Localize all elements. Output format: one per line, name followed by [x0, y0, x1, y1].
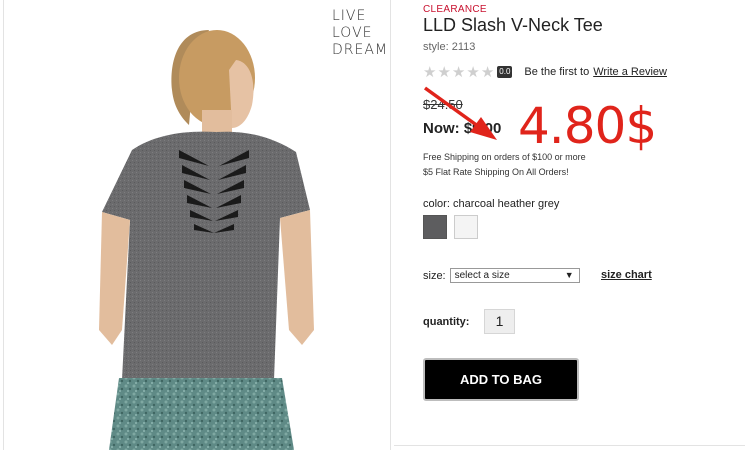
size-row: size: select a size ▼	[423, 268, 580, 283]
product-details: CLEARANCE LLD Slash V-Neck Tee style: 21…	[423, 0, 745, 450]
swatch-white[interactable]	[454, 215, 478, 239]
size-select[interactable]: select a size ▼	[449, 268, 580, 283]
star-icon[interactable]: ★	[466, 65, 479, 80]
brand-logo-line: LOVE	[332, 25, 373, 41]
rating-badge: 0.0	[497, 66, 513, 78]
shipping-info: $5 Flat Rate Shipping On All Orders!	[423, 167, 569, 177]
chevron-down-icon: ▼	[564, 270, 574, 280]
color-swatches	[423, 215, 485, 239]
star-icon[interactable]: ★	[452, 65, 465, 80]
add-to-bag-button[interactable]: ADD TO BAG	[423, 358, 579, 401]
brand-logo-line: LIVE	[332, 8, 367, 24]
model-photo	[99, 30, 314, 450]
quantity-label: quantity:	[423, 316, 470, 328]
star-icon[interactable]: ★	[423, 65, 436, 80]
star-icon[interactable]: ★	[481, 65, 494, 80]
brand-logo-line: DREAM	[332, 42, 389, 58]
divider	[394, 445, 745, 446]
swatch-charcoal-heather-grey[interactable]	[423, 215, 447, 239]
clearance-tag: CLEARANCE	[423, 4, 487, 15]
size-chart-link[interactable]: size chart	[601, 269, 652, 281]
star-icon[interactable]: ★	[437, 65, 450, 80]
size-label: size:	[423, 269, 446, 282]
product-title: LLD Slash V-Neck Tee	[423, 15, 603, 35]
quantity-input[interactable]: 1	[484, 309, 515, 334]
rating-row: ★ ★ ★ ★ ★ 0.0 Be the first to Write a Re…	[423, 64, 667, 80]
star-rating: ★ ★ ★ ★ ★	[423, 65, 495, 80]
sale-price: Now: $9.00	[423, 120, 502, 137]
product-style: style: 2113	[423, 41, 476, 53]
product-image[interactable]: LIVE LOVE DREAM	[3, 0, 391, 450]
size-select-value: select a size	[454, 270, 510, 281]
write-review-link[interactable]: Write a Review	[593, 66, 667, 78]
review-prompt: Be the first to	[524, 66, 590, 78]
original-price: $24.50	[423, 97, 463, 112]
brand-logo: LIVE LOVE DREAM	[332, 8, 388, 59]
overlay-price-annotation: 4.80$	[518, 97, 657, 155]
color-label: color: charcoal heather grey	[423, 198, 560, 210]
